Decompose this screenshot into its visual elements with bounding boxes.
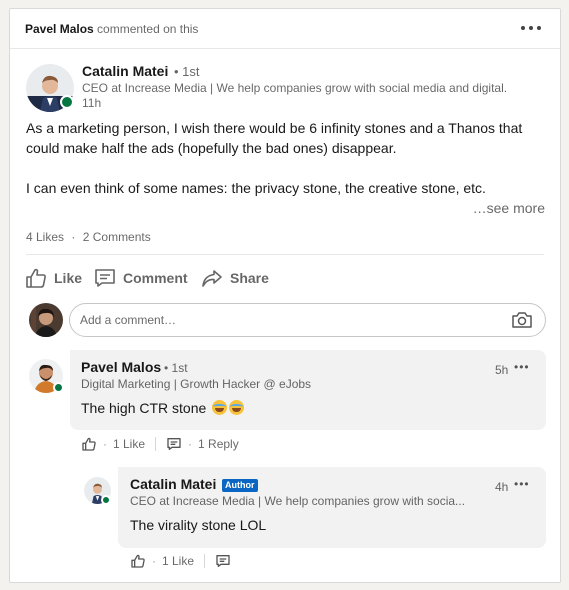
commenter-name[interactable]: Pavel Malos	[81, 359, 161, 375]
reply-like-button[interactable]	[130, 553, 146, 569]
current-user-avatar[interactable]	[29, 303, 63, 337]
share-label: Share	[230, 270, 269, 286]
see-more-link[interactable]: …see more	[473, 200, 545, 216]
separator: ·	[152, 554, 156, 568]
comment-more-icon[interactable]: •••	[514, 360, 530, 374]
context-text: Pavel Malos commented on this	[25, 22, 198, 36]
laughing-emoji-icon	[212, 400, 228, 415]
comment-replies-count[interactable]: 1 Reply	[198, 437, 239, 451]
reply-reply-button[interactable]	[215, 553, 231, 569]
reply-author-name[interactable]: Catalin Matei	[130, 476, 216, 492]
comment-actions: · 1 Like · 1 Reply	[81, 436, 239, 452]
comment-icon	[216, 555, 230, 567]
post-text-line-3: I can even think of some names: the priv…	[26, 180, 486, 196]
comment-text-row: The high CTR stone	[81, 400, 245, 416]
reply-actions: · 1 Like	[130, 553, 231, 569]
thumbs-up-icon	[131, 554, 145, 568]
post-text-line-1: As a marketing person, I wish there woul…	[26, 120, 523, 136]
comment-timestamp: 5h	[495, 363, 509, 377]
context-actor[interactable]: Pavel Malos	[25, 22, 94, 36]
commenter-degree: • 1st	[164, 361, 188, 375]
laughing-emoji-icon	[229, 400, 245, 415]
camera-icon[interactable]	[511, 311, 533, 329]
post-author-name[interactable]: Catalin Matei	[82, 63, 168, 79]
social-counts: 4 Likes · 2 Comments	[26, 230, 151, 244]
separator: ·	[188, 437, 193, 451]
author-badge: Author	[222, 479, 258, 492]
comment-likes-count[interactable]: 1 Like	[113, 437, 145, 451]
divider	[155, 437, 157, 451]
reply-text: The virality stone LOL	[130, 517, 267, 533]
feed-card: Pavel Malos commented on this Catalin Ma…	[9, 8, 561, 583]
online-status-badge	[60, 95, 74, 109]
divider	[26, 254, 544, 255]
comment-icon	[167, 438, 181, 450]
online-status-badge	[101, 495, 111, 505]
separator: ·	[103, 437, 107, 451]
thumbs-up-icon	[82, 437, 96, 451]
like-button[interactable]: Like	[24, 264, 82, 292]
comment-icon	[95, 269, 115, 287]
reply-more-icon[interactable]: •••	[514, 477, 530, 491]
commenter-headline: Digital Marketing | Growth Hacker @ eJob…	[81, 377, 312, 391]
post-author-degree: • 1st	[174, 64, 200, 79]
comment-reply-button[interactable]	[166, 436, 182, 452]
context-header: Pavel Malos commented on this	[10, 9, 560, 49]
reply-timestamp: 4h	[495, 480, 509, 494]
divider	[204, 554, 206, 568]
comment-button[interactable]: Comment	[93, 264, 188, 292]
post-text-line-2: could make half the ads (hopefully the b…	[26, 140, 397, 156]
count-separator: ·	[71, 230, 76, 244]
share-icon	[202, 270, 222, 287]
comments-count[interactable]: 2 Comments	[83, 230, 151, 244]
thumbs-up-icon	[26, 268, 46, 288]
context-action: commented on this	[97, 22, 199, 36]
comment-like-button[interactable]	[81, 436, 97, 452]
post-timestamp: 11h	[82, 96, 102, 110]
share-button[interactable]: Share	[200, 264, 269, 292]
online-status-badge	[53, 382, 64, 393]
post-author-headline: CEO at Increase Media | We help companie…	[82, 81, 508, 95]
likes-count[interactable]: 4 Likes	[26, 230, 64, 244]
like-label: Like	[54, 270, 83, 286]
reply-likes-count[interactable]: 1 Like	[162, 554, 194, 568]
comment-input-placeholder: Add a comment…	[80, 313, 177, 327]
comment-label: Comment	[123, 270, 188, 286]
more-options-icon[interactable]	[521, 20, 543, 36]
reply-author-headline: CEO at Increase Media | We help companie…	[130, 494, 466, 508]
comment-input[interactable]: Add a comment…	[69, 303, 546, 337]
comment-text: The high CTR stone	[81, 400, 207, 416]
